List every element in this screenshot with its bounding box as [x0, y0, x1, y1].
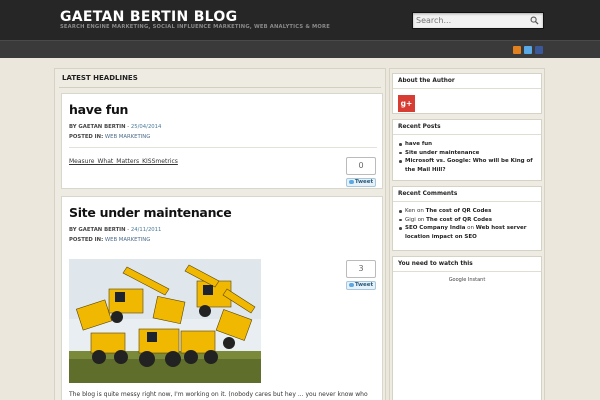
tweet-label: Tweet	[354, 282, 374, 288]
tweet-count: 0	[346, 157, 376, 175]
divider	[393, 134, 541, 135]
list-item[interactable]: Microsoft vs. Google: Who will be King o…	[397, 157, 539, 174]
post-image[interactable]	[69, 259, 261, 383]
tweet-button[interactable]: Tweet	[346, 281, 376, 290]
divider	[393, 88, 541, 89]
divider	[59, 87, 381, 88]
list-item[interactable]: Gigi on The cost of QR Codes	[397, 216, 539, 225]
widget-title: Recent Comments	[398, 191, 458, 197]
widget-title: Recent Posts	[398, 124, 441, 130]
post-title[interactable]: Site under maintenance	[69, 205, 232, 220]
twitter-icon[interactable]	[524, 46, 532, 54]
tweet-button[interactable]: Tweet	[346, 178, 376, 187]
main-content: LATEST HEADLINES have fun BY GAETAN BERT…	[54, 68, 386, 400]
tweet-count: 3	[346, 260, 376, 278]
site-tagline: SEARCH ENGINE MARKETING, SOCIAL INFLUENC…	[60, 24, 330, 30]
divider	[393, 271, 541, 272]
widget-title: You need to watch this	[398, 261, 473, 267]
post-author: BY GAETAN BERTIN	[69, 124, 126, 130]
section-title: LATEST HEADLINES	[62, 74, 138, 82]
tweet-label: Tweet	[354, 179, 374, 185]
search-box[interactable]	[412, 12, 544, 29]
social-bar	[0, 40, 600, 58]
post-title[interactable]: have fun	[69, 102, 128, 117]
recent-posts-list: have fun Site under maintenance Microsof…	[397, 140, 539, 174]
site-title[interactable]: GAETAN BERTIN BLOG	[60, 9, 237, 25]
sidebar: About the Author g+ Recent Posts have fu…	[389, 68, 545, 400]
twitter-bird-icon	[348, 282, 354, 287]
post-author: BY GAETAN BERTIN	[69, 227, 126, 233]
list-item[interactable]: have fun	[397, 140, 539, 149]
post-date: 24/11/2011	[130, 227, 162, 233]
post-date: 25/04/2014	[130, 124, 162, 130]
post-category-line: POSTED IN: WEB MARKETING	[69, 237, 150, 243]
post-meta: BY GAETAN BERTIN - 24/11/2011	[69, 227, 162, 233]
search-icon[interactable]	[530, 16, 539, 25]
widget-watch-this: You need to watch this Google Instant	[392, 256, 542, 400]
site-header: GAETAN BERTIN BLOG SEARCH ENGINE MARKETI…	[0, 0, 600, 40]
post-card: Site under maintenance BY GAETAN BERTIN …	[61, 196, 383, 400]
posted-in-label: POSTED IN:	[69, 134, 104, 140]
list-item[interactable]: SEO Company India on Web host server loca…	[397, 224, 539, 241]
google-plus-icon[interactable]: g+	[398, 95, 415, 112]
widget-title: About the Author	[398, 78, 455, 84]
list-item[interactable]: Ken on The cost of QR Codes	[397, 207, 539, 216]
facebook-icon[interactable]	[535, 46, 543, 54]
post-category[interactable]: WEB MARKETING	[105, 134, 150, 140]
post-category[interactable]: WEB MARKETING	[105, 237, 150, 243]
rss-icon[interactable]	[513, 46, 521, 54]
post-card: have fun BY GAETAN BERTIN - 25/04/2014 P…	[61, 93, 383, 189]
divider	[69, 147, 377, 148]
post-excerpt: The blog is quite messy right now, I'm w…	[69, 391, 368, 398]
widget-about-author: About the Author g+	[392, 73, 542, 114]
video-title[interactable]: Google Instant	[393, 277, 541, 283]
recent-comments-list: Ken on The cost of QR Codes Gigi on The …	[397, 207, 539, 241]
post-category-line: POSTED IN: WEB MARKETING	[69, 134, 150, 140]
post-meta: BY GAETAN BERTIN - 25/04/2014	[69, 124, 162, 130]
list-item[interactable]: Site under maintenance	[397, 149, 539, 158]
post-link[interactable]: Measure_What_Matters_KISSmetrics	[69, 158, 178, 165]
widget-recent-posts: Recent Posts have fun Site under mainten…	[392, 119, 542, 181]
search-input[interactable]	[416, 14, 526, 27]
twitter-bird-icon	[348, 179, 354, 184]
divider	[393, 201, 541, 202]
widget-recent-comments: Recent Comments Ken on The cost of QR Co…	[392, 186, 542, 251]
posted-in-label: POSTED IN:	[69, 237, 104, 243]
